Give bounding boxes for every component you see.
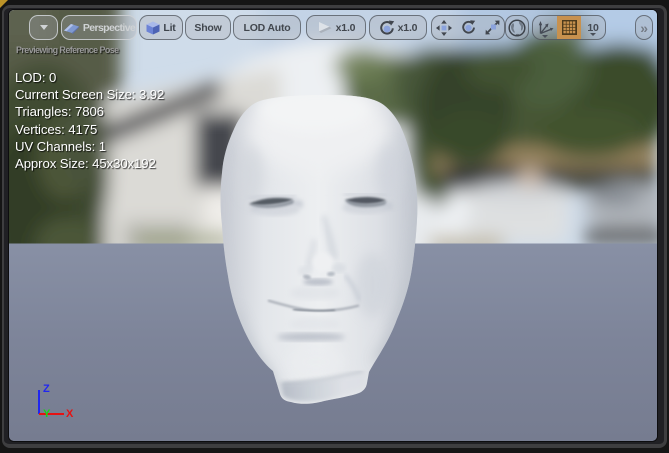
svg-text:Z: Z	[43, 383, 50, 395]
svg-text:Y: Y	[43, 408, 51, 420]
svg-text:X: X	[66, 408, 74, 420]
